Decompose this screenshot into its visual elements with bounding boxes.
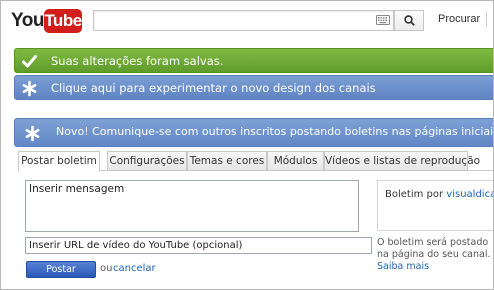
username-link[interactable]: visualdicas <box>446 189 493 200</box>
video-url-input[interactable]: Inserir URL de vídeo do YouTube (opciona… <box>25 237 372 254</box>
header: You Tube Procurar <box>1 1 493 39</box>
asterisk-icon <box>24 125 41 142</box>
bulletin-author-panel: Boletim por visualdicas <box>377 180 493 231</box>
message-placeholder: Inserir mensagem <box>29 183 125 195</box>
nav-divider <box>486 12 487 27</box>
browse-link[interactable]: Procurar <box>438 13 480 25</box>
bulletin-by-label: Boletim por <box>385 189 444 200</box>
search-button[interactable] <box>394 10 424 31</box>
tab-settings[interactable]: Configurações <box>107 151 187 171</box>
bulletin-message-textarea[interactable]: Inserir mensagem <box>25 180 359 232</box>
tab-themes-colors[interactable]: Temas e cores <box>187 151 267 171</box>
youtube-channel-page: You Tube Procurar Suas alterações foram … <box>0 0 494 290</box>
bulletin-note: O boletim será postado na página do seu … <box>377 237 493 273</box>
bulletin-news-text: Novo! Comunique-se com outros inscritos … <box>56 125 494 138</box>
bulletin-news-banner: Novo! Comunique-se com outros inscritos … <box>14 118 494 147</box>
checkmark-icon <box>21 53 38 70</box>
youtube-logo[interactable]: You Tube <box>11 8 82 34</box>
post-bulletin-button[interactable]: Postar boletim <box>26 261 96 289</box>
tab-modules[interactable]: Módulos <box>267 151 324 171</box>
tab-post-bulletin[interactable]: Postar boletim <box>18 151 100 172</box>
logo-tube-text: Tube <box>44 9 82 33</box>
success-banner: Suas alterações foram salvas. <box>14 48 493 73</box>
bulletin-by-text: Boletim por visualdicas <box>385 189 493 200</box>
cancel-link[interactable]: cancelar <box>113 263 156 274</box>
try-new-design-banner[interactable]: Clique aqui para experimentar o novo des… <box>14 75 493 100</box>
keyboard-icon[interactable] <box>376 15 390 25</box>
video-url-placeholder: Inserir URL de vídeo do YouTube (opciona… <box>29 240 243 251</box>
or-text: ou <box>100 263 113 274</box>
search-icon <box>404 15 415 26</box>
bulletin-note-text: O boletim será postado na página do seu … <box>377 237 491 260</box>
asterisk-icon <box>21 80 38 97</box>
logo-you-text: You <box>11 10 44 31</box>
try-new-design-link[interactable]: Clique aqui para experimentar o novo des… <box>51 81 376 95</box>
success-message: Suas alterações foram salvas. <box>51 54 224 68</box>
search-input[interactable] <box>93 10 394 31</box>
tab-videos-playlists[interactable]: Vídeos e listas de reprodução <box>324 151 480 171</box>
learn-more-link[interactable]: Saiba mais <box>377 261 429 272</box>
